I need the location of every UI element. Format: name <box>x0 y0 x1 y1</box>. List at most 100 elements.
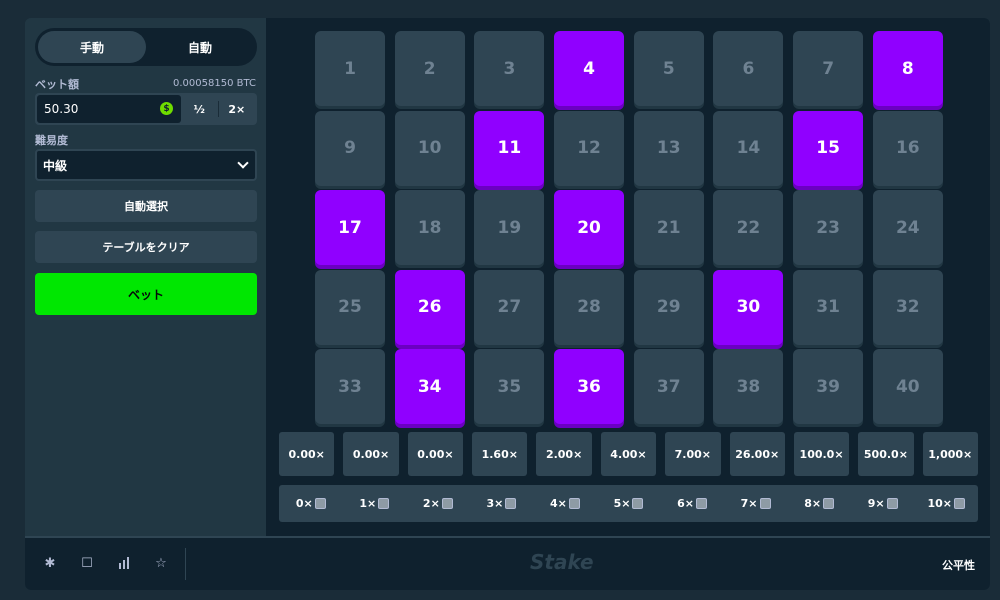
hit-count: 10× <box>914 485 978 522</box>
tile-18[interactable]: 18 <box>394 190 465 265</box>
hit-count-label: 7× <box>740 497 758 510</box>
tile-7[interactable]: 7 <box>793 31 864 106</box>
bet-button[interactable]: ベット <box>35 273 257 315</box>
tile-19[interactable]: 19 <box>474 190 545 265</box>
tile-37[interactable]: 37 <box>633 349 704 424</box>
tile-21[interactable]: 21 <box>633 190 704 265</box>
tile-29[interactable]: 29 <box>633 269 704 345</box>
tile-12[interactable]: 12 <box>554 110 625 186</box>
tile-30[interactable]: 30 <box>713 269 784 345</box>
payout-multiplier: 26.00× <box>729 432 785 476</box>
payout-row: 0.00× 0.00× 0.00× 1.60× 2.00× 4.00× 7.00× 26.00… <box>279 432 978 476</box>
hit-count: 0× <box>279 485 343 522</box>
tile-6[interactable]: 6 <box>713 31 784 106</box>
difficulty-value: 中級 <box>43 158 68 173</box>
tile-2[interactable]: 2 <box>394 31 465 106</box>
auto-pick-button[interactable]: 自動選択 <box>35 190 257 222</box>
tile-11[interactable]: 11 <box>474 110 545 186</box>
tile-9[interactable]: 9 <box>315 110 385 186</box>
payout-multiplier: 100.0× <box>793 432 850 476</box>
hit-count-label: 6× <box>677 497 694 510</box>
fairness-link[interactable]: 公平性 <box>942 557 975 573</box>
gem-icon <box>954 498 965 509</box>
tile-35[interactable]: 35 <box>474 349 545 424</box>
hit-count: 3× <box>470 485 534 522</box>
tile-5[interactable]: 5 <box>633 31 704 106</box>
tile-4[interactable]: 4 <box>554 31 625 106</box>
gem-icon <box>314 498 326 509</box>
bet-amount-crypto: 0.00058150 BTC <box>173 78 256 89</box>
hit-count-label: 2× <box>422 497 440 510</box>
payout-multiplier: 4.00× <box>600 432 657 476</box>
bet-amount-group: $ ½ 2× <box>35 93 257 125</box>
payout-multiplier: 2.00× <box>536 432 592 476</box>
tile-26[interactable]: 26 <box>394 269 465 345</box>
tile-27[interactable]: 27 <box>474 269 545 345</box>
payout-multiplier: 0.00× <box>407 432 464 476</box>
clear-table-button[interactable]: テーブルをクリア <box>35 231 257 263</box>
keno-app: 手動 自動 ベット額 0.00058150 BTC $ ½ 2× 難易度 中級 … <box>25 18 990 590</box>
tile-20[interactable]: 20 <box>554 190 625 265</box>
tile-3[interactable]: 3 <box>474 31 545 106</box>
double-bet-button[interactable]: 2× <box>219 95 256 123</box>
tile-15[interactable]: 15 <box>793 110 864 186</box>
bet-amount-input[interactable] <box>44 102 154 116</box>
gem-icon <box>441 498 453 509</box>
difficulty-select[interactable]: 中級 <box>35 149 257 181</box>
hit-count: 4× <box>533 485 597 522</box>
gem-icon <box>886 498 898 509</box>
hit-count-label: 4× <box>550 497 567 510</box>
gear-icon[interactable]: ✱ <box>43 556 57 571</box>
tile-22[interactable]: 22 <box>713 190 784 265</box>
gem-icon <box>759 498 771 509</box>
tile-38[interactable]: 38 <box>713 349 784 424</box>
tab-auto[interactable]: 自動 <box>146 31 254 63</box>
tile-23[interactable]: 23 <box>793 190 864 265</box>
tile-1[interactable]: 1 <box>315 31 385 106</box>
tile-14[interactable]: 14 <box>713 110 784 186</box>
gem-icon <box>505 498 517 509</box>
tile-28[interactable]: 28 <box>554 269 625 345</box>
tile-32[interactable]: 32 <box>872 269 943 345</box>
hit-count-label: 8× <box>804 497 822 510</box>
keno-board: 1 2 3 4 5 6 7 8 9 10 11 12 13 14 15 16 17 18 19 20 21 22 23 24 2… <box>266 18 990 536</box>
gem-icon <box>695 498 707 509</box>
square-icon[interactable]: ☐ <box>80 556 94 571</box>
gem-icon <box>568 498 580 509</box>
gem-icon <box>823 498 835 509</box>
tile-33[interactable]: 33 <box>315 349 385 424</box>
tile-8[interactable]: 8 <box>872 31 943 106</box>
hit-count: 9× <box>851 485 915 522</box>
hits-row: 0× 1× 2× 3× 4× 5× 6× 7× 8× 9× 10× <box>279 485 978 522</box>
tile-17[interactable]: 17 <box>315 190 385 265</box>
hit-count: 7× <box>724 485 788 522</box>
hit-count: 1× <box>343 485 407 522</box>
payout-multiplier: 500.0× <box>858 432 914 476</box>
hit-count: 2× <box>406 485 470 522</box>
bet-input-wrap: $ <box>37 95 181 123</box>
tile-24[interactable]: 24 <box>872 190 943 265</box>
tile-34[interactable]: 34 <box>394 349 465 424</box>
hit-count-label: 9× <box>867 497 885 510</box>
star-icon[interactable]: ☆ <box>154 556 168 571</box>
gem-icon <box>632 498 644 509</box>
tile-grid: 1 2 3 4 5 6 7 8 9 10 11 12 13 14 15 16 17 18 19 20 21 22 23 24 2… <box>315 31 943 424</box>
tile-36[interactable]: 36 <box>554 349 625 424</box>
sidebar: 手動 自動 ベット額 0.00058150 BTC $ ½ 2× 難易度 中級 … <box>25 18 266 536</box>
tile-10[interactable]: 10 <box>394 110 465 186</box>
tab-manual[interactable]: 手動 <box>38 31 146 63</box>
stake-logo: Stake <box>530 550 594 574</box>
tile-39[interactable]: 39 <box>793 349 864 424</box>
hit-count-label: 10× <box>927 497 952 510</box>
tile-31[interactable]: 31 <box>793 269 864 345</box>
tile-13[interactable]: 13 <box>633 110 704 186</box>
tile-40[interactable]: 40 <box>872 349 943 424</box>
hit-count-label: 5× <box>613 497 631 510</box>
chart-icon[interactable] <box>117 556 131 570</box>
tile-25[interactable]: 25 <box>315 269 385 345</box>
hit-count-label: 3× <box>486 497 504 510</box>
tile-16[interactable]: 16 <box>872 110 943 186</box>
mode-toggle: 手動 自動 <box>35 28 257 66</box>
payout-multiplier: 1.60× <box>472 432 528 476</box>
half-bet-button[interactable]: ½ <box>181 95 218 123</box>
